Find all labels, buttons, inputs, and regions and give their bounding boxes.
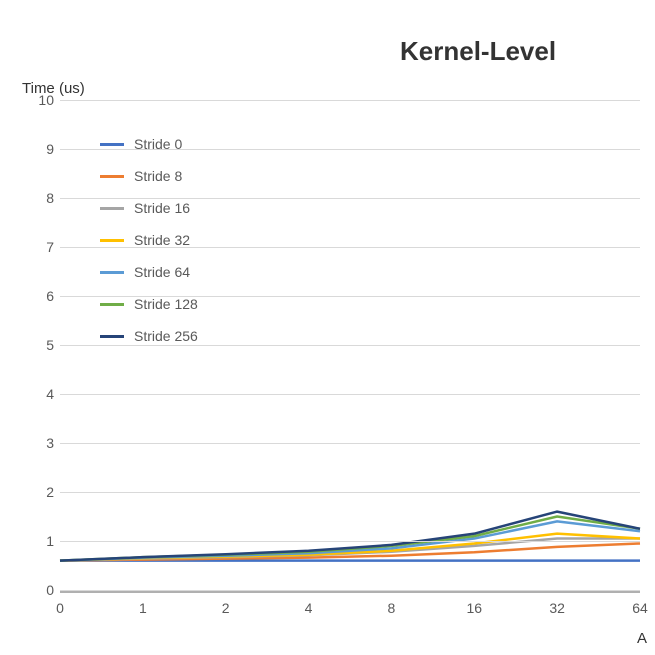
gridline — [60, 100, 640, 101]
legend-label: Stride 32 — [134, 232, 190, 248]
legend-label: Stride 64 — [134, 264, 190, 280]
legend-swatch — [100, 239, 124, 242]
legend-item: Stride 256 — [100, 320, 198, 352]
legend-swatch — [100, 335, 124, 338]
x-tick-label: 16 — [466, 600, 482, 616]
legend-item: Stride 64 — [100, 256, 198, 288]
gridline — [60, 590, 640, 591]
y-tick-label: 7 — [30, 239, 54, 255]
x-tick-label: 8 — [388, 600, 396, 616]
legend-label: Stride 8 — [134, 168, 182, 184]
chart-container: Kernel-Level Time (us) A Stride 0Stride … — [0, 0, 655, 655]
legend-swatch — [100, 175, 124, 178]
y-tick-label: 10 — [30, 92, 54, 108]
gridline — [60, 443, 640, 444]
y-tick-label: 6 — [30, 288, 54, 304]
x-tick-label: 0 — [56, 600, 64, 616]
legend-label: Stride 256 — [134, 328, 198, 344]
y-tick-label: 1 — [30, 533, 54, 549]
x-axis-title: A — [637, 630, 647, 647]
chart-title: Kernel-Level — [400, 36, 556, 67]
legend-swatch — [100, 271, 124, 274]
y-tick-label: 8 — [30, 190, 54, 206]
gridline — [60, 541, 640, 542]
legend-label: Stride 0 — [134, 136, 182, 152]
legend: Stride 0 Stride 8 Stride 16 Stride 32 Stride… — [100, 128, 198, 352]
legend-swatch — [100, 207, 124, 210]
legend-swatch — [100, 143, 124, 146]
y-tick-label: 4 — [30, 386, 54, 402]
gridline — [60, 492, 640, 493]
legend-swatch — [100, 303, 124, 306]
gridline — [60, 394, 640, 395]
legend-item: Stride 8 — [100, 160, 198, 192]
legend-label: Stride 128 — [134, 296, 198, 312]
y-tick-label: 5 — [30, 337, 54, 353]
x-tick-label: 1 — [139, 600, 147, 616]
legend-item: Stride 16 — [100, 192, 198, 224]
legend-item: Stride 128 — [100, 288, 198, 320]
y-tick-label: 9 — [30, 141, 54, 157]
legend-label: Stride 16 — [134, 200, 190, 216]
y-tick-label: 0 — [30, 582, 54, 598]
y-tick-label: 2 — [30, 484, 54, 500]
x-tick-label: 2 — [222, 600, 230, 616]
x-tick-label: 64 — [632, 600, 648, 616]
x-tick-label: 32 — [549, 600, 565, 616]
x-tick-label: 4 — [305, 600, 313, 616]
legend-item: Stride 0 — [100, 128, 198, 160]
y-tick-label: 3 — [30, 435, 54, 451]
legend-item: Stride 32 — [100, 224, 198, 256]
